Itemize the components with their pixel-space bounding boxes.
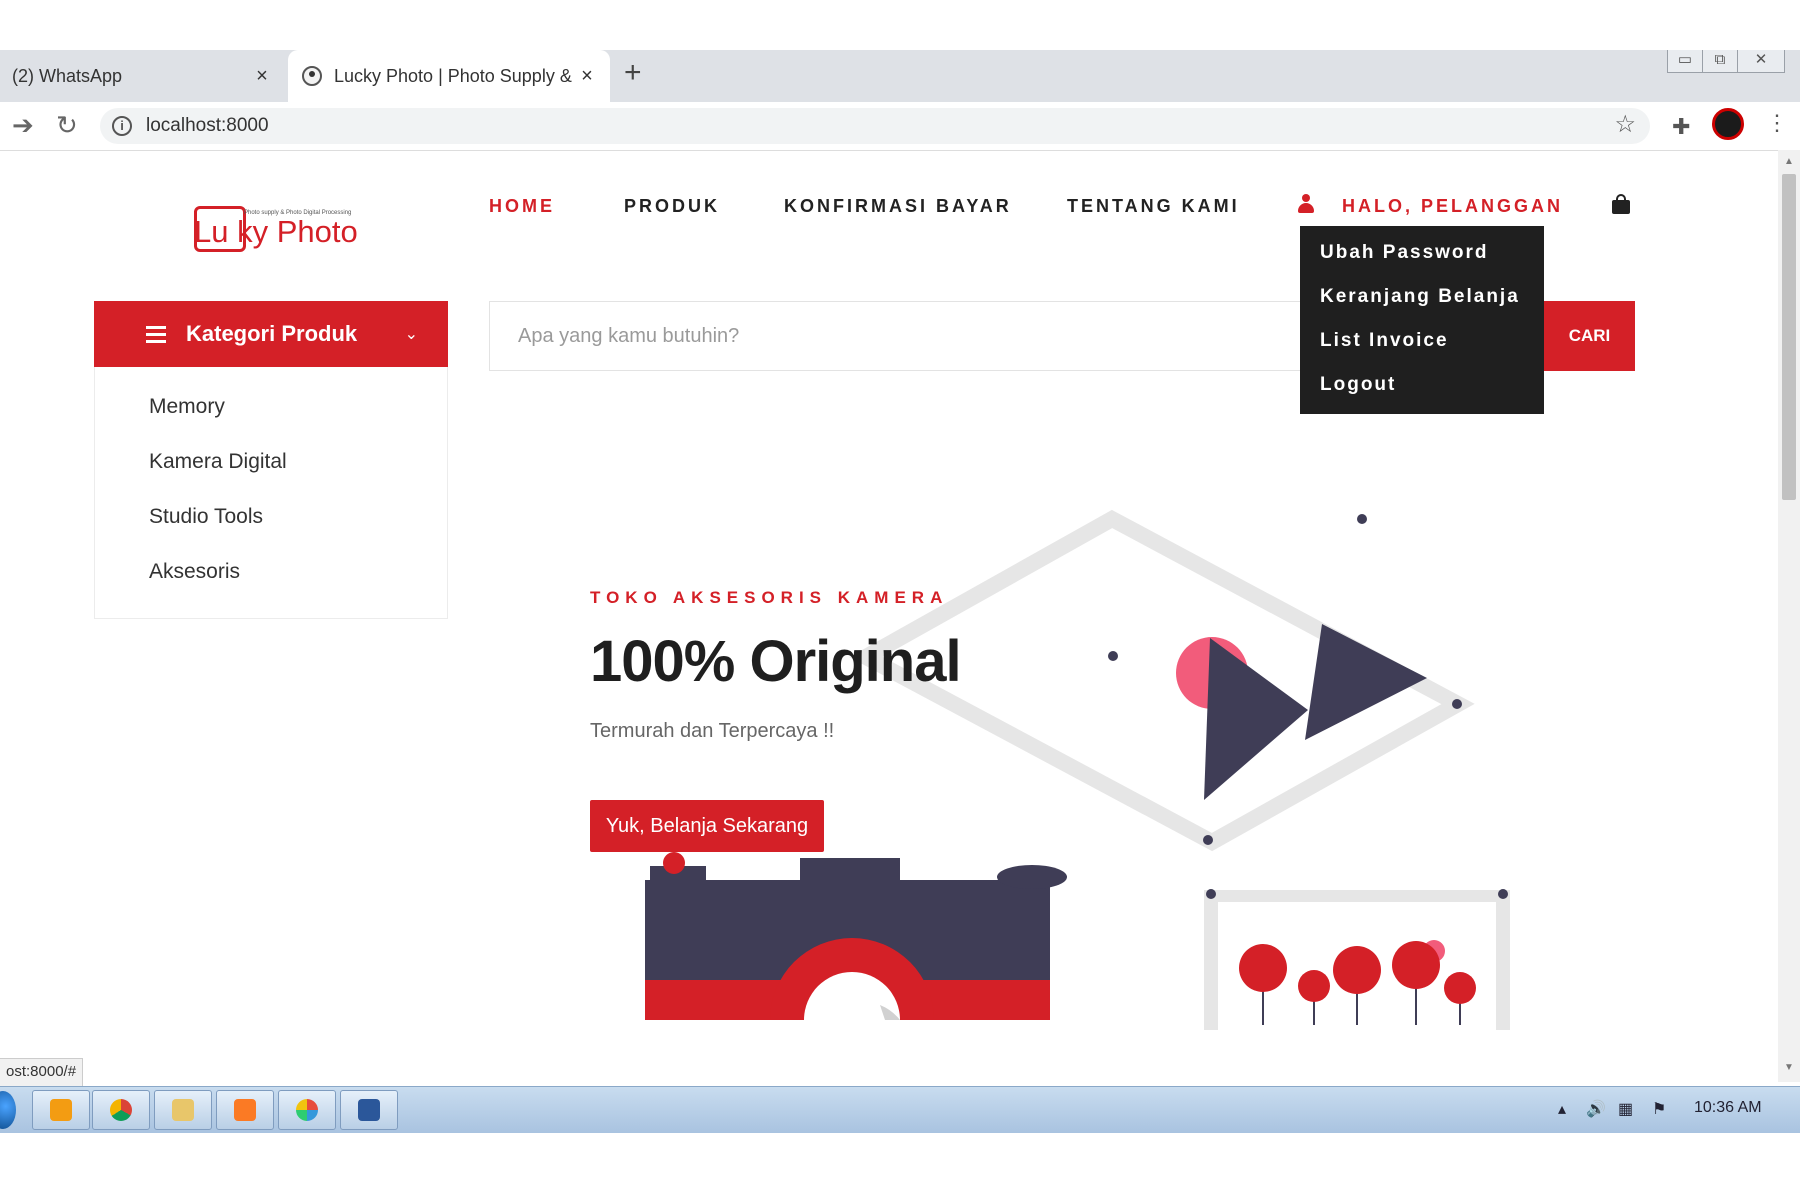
search-box xyxy=(489,301,1305,371)
category-item-kamera-digital[interactable]: Kamera Digital xyxy=(149,450,287,474)
scroll-down-icon[interactable]: ▼ xyxy=(1784,1062,1794,1073)
taskbar-clock[interactable]: 10:36 AM xyxy=(1694,1099,1762,1117)
taskbar-word-icon[interactable] xyxy=(340,1090,398,1130)
extensions-icon[interactable]: ✚ xyxy=(1672,114,1690,140)
category-list: Memory Kamera Digital Studio Tools Akses… xyxy=(94,367,448,619)
start-button-icon[interactable] xyxy=(0,1091,16,1129)
nav-konfirmasi-bayar[interactable]: KONFIRMASI BAYAR xyxy=(784,196,1012,217)
menu-item-keranjang-belanja[interactable]: Keranjang Belanja xyxy=(1300,286,1544,330)
taskbar-chrome-icon[interactable] xyxy=(92,1090,150,1130)
windows-taskbar: ▴ 🔊 ▦ ⚑ 10:36 AM xyxy=(0,1086,1800,1133)
nav-home[interactable]: HOME xyxy=(489,196,555,217)
taskbar-media-player-icon[interactable] xyxy=(32,1090,90,1130)
tab-close-icon[interactable]: × xyxy=(249,65,275,88)
tab-title: (2) WhatsApp xyxy=(12,65,123,86)
nav-produk[interactable]: PRODUK xyxy=(624,196,720,217)
status-url: ost:8000/# xyxy=(0,1058,84,1088)
category-title: Kategori Produk xyxy=(186,321,358,346)
menu-item-ubah-password[interactable]: Ubah Password xyxy=(1300,242,1544,286)
user-greeting[interactable]: HALO, PELANGGAN xyxy=(1342,196,1563,217)
hamburger-icon xyxy=(146,322,166,347)
camera-illustration xyxy=(645,852,1067,1020)
search-input[interactable] xyxy=(490,302,1305,370)
star-icon[interactable]: ☆ xyxy=(1614,110,1636,139)
category-item-aksesoris[interactable]: Aksesoris xyxy=(149,560,240,584)
tray-expand-icon[interactable]: ▴ xyxy=(1558,1099,1566,1119)
logo-name: Lu ky Photo xyxy=(194,214,358,249)
tab-whatsapp[interactable]: (2) WhatsApp × xyxy=(0,50,285,102)
new-tab-button[interactable]: + xyxy=(624,56,642,90)
user-icon xyxy=(1297,194,1315,214)
shopping-bag-icon[interactable] xyxy=(1612,194,1630,214)
menu-item-logout[interactable]: Logout xyxy=(1300,374,1544,418)
url-text[interactable]: localhost:8000 xyxy=(146,115,269,137)
hero-illustration xyxy=(645,509,1510,1030)
volume-icon[interactable]: 🔊 xyxy=(1586,1099,1606,1119)
action-center-icon[interactable]: ⚑ xyxy=(1652,1099,1666,1119)
taskbar-explorer-icon[interactable] xyxy=(154,1090,212,1130)
scroll-up-icon[interactable]: ▲ xyxy=(1784,156,1794,167)
search-button[interactable]: CARI xyxy=(1544,301,1635,371)
nav-tentang-kami[interactable]: TENTANG KAMI xyxy=(1067,196,1240,217)
browser-tab-bar: (2) WhatsApp × Lucky Photo | Photo Suppl… xyxy=(0,50,1800,102)
taskbar-paint-icon[interactable] xyxy=(278,1090,336,1130)
minimize-icon[interactable]: ▭ xyxy=(1667,50,1703,73)
omnibox[interactable]: i localhost:8000 ☆ xyxy=(100,108,1650,144)
favicon-icon xyxy=(302,66,322,86)
back-icon[interactable]: ➔ xyxy=(12,110,34,141)
site-logo[interactable]: Photo supply & Photo Digital Processing … xyxy=(190,192,360,258)
window-close-icon[interactable]: ✕ xyxy=(1737,50,1785,73)
shop-now-button[interactable]: Yuk, Belanja Sekarang xyxy=(590,800,824,852)
menu-item-list-invoice[interactable]: List Invoice xyxy=(1300,330,1544,374)
profile-icon[interactable] xyxy=(1712,108,1744,140)
tab-lucky-photo[interactable]: Lucky Photo | Photo Supply & Ph × xyxy=(288,50,610,102)
user-dropdown-menu: Ubah Password Keranjang Belanja List Inv… xyxy=(1300,226,1544,414)
info-icon[interactable]: i xyxy=(112,116,132,136)
category-dropdown-toggle[interactable]: Kategori Produk ⌄ xyxy=(94,301,448,367)
category-item-memory[interactable]: Memory xyxy=(149,395,225,419)
chevron-down-icon: ⌄ xyxy=(404,326,418,343)
hero-tagline: TOKO AKSESORIS KAMERA xyxy=(590,588,949,607)
taskbar-xampp-icon[interactable] xyxy=(216,1090,274,1130)
trees-frame-illustration xyxy=(1204,889,1510,1030)
network-icon[interactable]: ▦ xyxy=(1618,1099,1633,1119)
address-bar-row: ➔ ↻ i localhost:8000 ☆ ✚ xyxy=(0,102,1800,151)
hero-subtitle: Termurah dan Terpercaya !! xyxy=(590,720,835,742)
kebab-menu-icon[interactable]: ⋮ xyxy=(1766,110,1788,136)
scrollbar-thumb[interactable] xyxy=(1782,174,1796,500)
tab-close-icon[interactable]: × xyxy=(574,65,600,88)
tab-title: Lucky Photo | Photo Supply & Ph xyxy=(334,65,574,86)
category-item-studio-tools[interactable]: Studio Tools xyxy=(149,505,263,529)
page-scrollbar[interactable]: ▲ ▼ xyxy=(1778,150,1800,1082)
maximize-icon[interactable]: ⧉ xyxy=(1702,50,1738,73)
hero-title: 100% Original xyxy=(590,629,962,694)
reload-icon[interactable]: ↻ xyxy=(56,110,78,141)
